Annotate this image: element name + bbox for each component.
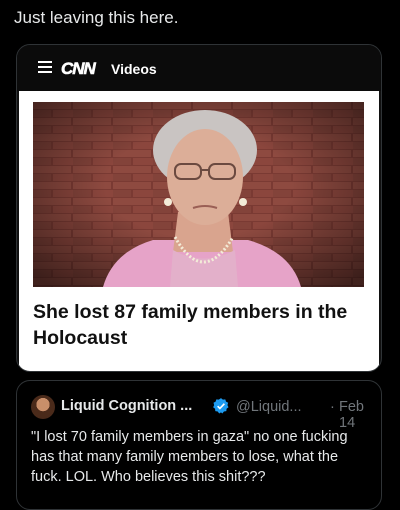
post-text: Just leaving this here.: [14, 8, 179, 27]
avatar[interactable]: [31, 395, 55, 419]
verified-badge-icon: [213, 398, 229, 414]
hamburger-menu-icon[interactable]: [38, 61, 52, 73]
quoted-post-text: "I lost 70 family members in gaza" no on…: [31, 429, 348, 485]
video-headline[interactable]: She lost 87 family members in the Holoca…: [33, 299, 363, 351]
separator-dot: ·: [330, 399, 335, 415]
section-label: Videos: [111, 61, 157, 77]
thumbnail-image: [33, 102, 364, 287]
cnn-logo: CNN: [61, 59, 96, 79]
embedded-video-card[interactable]: CNN Videos She lost 87 family members in…: [16, 44, 382, 372]
cnn-header-bar: CNN Videos: [17, 45, 381, 91]
user-handle[interactable]: @Liquid...: [236, 399, 302, 415]
quoted-post-card[interactable]: Liquid Cognition ... @Liquid... · Feb 14…: [16, 380, 382, 510]
video-thumbnail[interactable]: [33, 102, 364, 287]
display-name[interactable]: Liquid Cognition ...: [61, 398, 192, 414]
